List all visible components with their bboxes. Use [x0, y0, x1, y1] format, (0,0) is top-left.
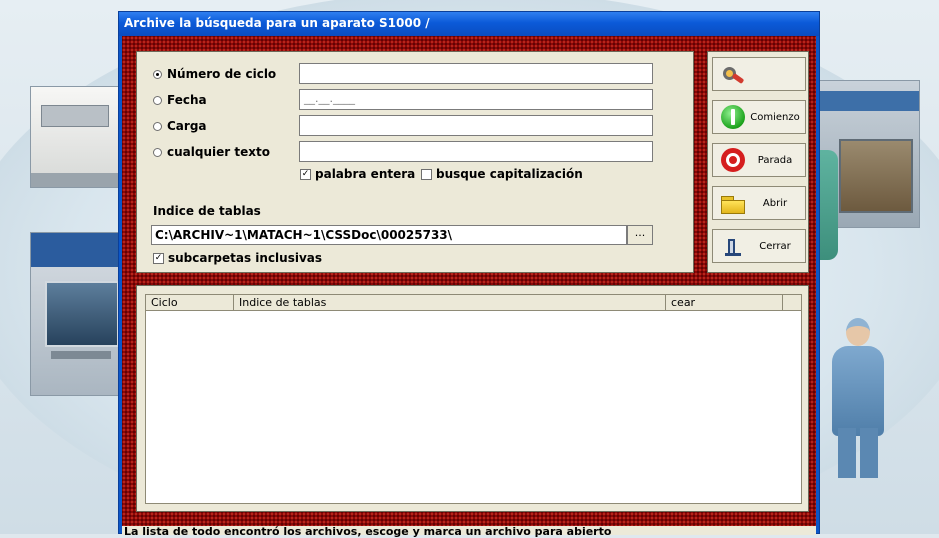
date-input[interactable]: __.__.____ — [299, 89, 653, 110]
results-list[interactable] — [145, 311, 802, 504]
exit-door-icon — [721, 234, 745, 258]
column-header-cycle[interactable]: Ciclo — [146, 295, 234, 310]
option-label: Carga — [167, 119, 207, 133]
find-button[interactable] — [712, 57, 806, 91]
search-criteria-panel: Número de ciclo Fecha Carga cualquier te… — [136, 51, 694, 273]
start-icon — [721, 105, 745, 129]
results-header: Ciclo Indice de tablas cear — [145, 294, 802, 311]
option-label: Número de ciclo — [167, 67, 277, 81]
checkbox-label: subcarpetas inclusivas — [168, 251, 323, 265]
radio-button[interactable] — [153, 121, 162, 131]
browse-button[interactable]: ... — [627, 225, 653, 245]
checkbox-box[interactable]: ✓ — [153, 252, 164, 264]
checkbox-box[interactable] — [421, 168, 432, 180]
stop-button[interactable]: Parada — [712, 143, 806, 177]
stop-button-label: Parada — [757, 154, 793, 166]
radio-button[interactable] — [153, 69, 162, 79]
column-header-cear[interactable]: cear — [666, 295, 783, 310]
column-header-extra[interactable] — [783, 295, 801, 310]
washer-device-image — [30, 232, 132, 396]
start-button-label: Comienzo — [750, 111, 800, 123]
whole-word-checkbox[interactable]: ✓ palabra entera — [300, 166, 415, 182]
option-cycle-number[interactable]: Número de ciclo — [153, 65, 276, 83]
index-path-input[interactable]: C:\ARCHIV~1\MATACH~1\CSSDoc\00025733\ — [151, 225, 627, 245]
subfolders-checkbox[interactable]: ✓ subcarpetas inclusivas — [153, 250, 322, 266]
radio-button[interactable] — [153, 147, 162, 157]
checkbox-box[interactable]: ✓ — [300, 168, 311, 180]
option-label: cualquier texto — [167, 145, 270, 159]
open-button-label: Abrir — [762, 197, 788, 209]
date-placeholder: __.__.____ — [304, 92, 355, 105]
radio-button[interactable] — [153, 95, 162, 105]
archive-search-window: Archive la búsqueda para un aparato S100… — [118, 11, 820, 538]
close-button[interactable]: Cerrar — [712, 229, 806, 263]
sterilizer-device-image — [30, 86, 128, 188]
results-panel: Ciclo Indice de tablas cear — [136, 285, 809, 512]
folder-open-icon — [721, 191, 745, 215]
column-header-index[interactable]: Indice de tablas — [234, 295, 666, 310]
window-title[interactable]: Archive la búsqueda para un aparato S100… — [119, 12, 819, 36]
checkbox-label: busque capitalización — [436, 167, 583, 181]
find-icon — [721, 62, 745, 86]
nurse-figure-image — [822, 318, 892, 478]
status-text: La lista de todo encontró los archivos, … — [124, 525, 612, 538]
stop-icon — [721, 148, 745, 172]
option-any-text[interactable]: cualquier texto — [153, 143, 270, 161]
option-load[interactable]: Carga — [153, 117, 207, 135]
any-text-input[interactable] — [299, 141, 653, 162]
match-case-checkbox[interactable]: busque capitalización — [421, 166, 583, 182]
checkbox-label: palabra entera — [315, 167, 416, 181]
cycle-number-input[interactable] — [299, 63, 653, 84]
index-label: Indice de tablas — [153, 204, 261, 218]
option-label: Fecha — [167, 93, 207, 107]
window-frame: Número de ciclo Fecha Carga cualquier te… — [122, 36, 816, 526]
option-date[interactable]: Fecha — [153, 91, 207, 109]
open-button[interactable]: Abrir — [712, 186, 806, 220]
start-button[interactable]: Comienzo — [712, 100, 806, 134]
load-input[interactable] — [299, 115, 653, 136]
actions-panel: Comienzo Parada Abrir Cerrar — [707, 51, 809, 273]
close-button-label: Cerrar — [759, 240, 791, 252]
